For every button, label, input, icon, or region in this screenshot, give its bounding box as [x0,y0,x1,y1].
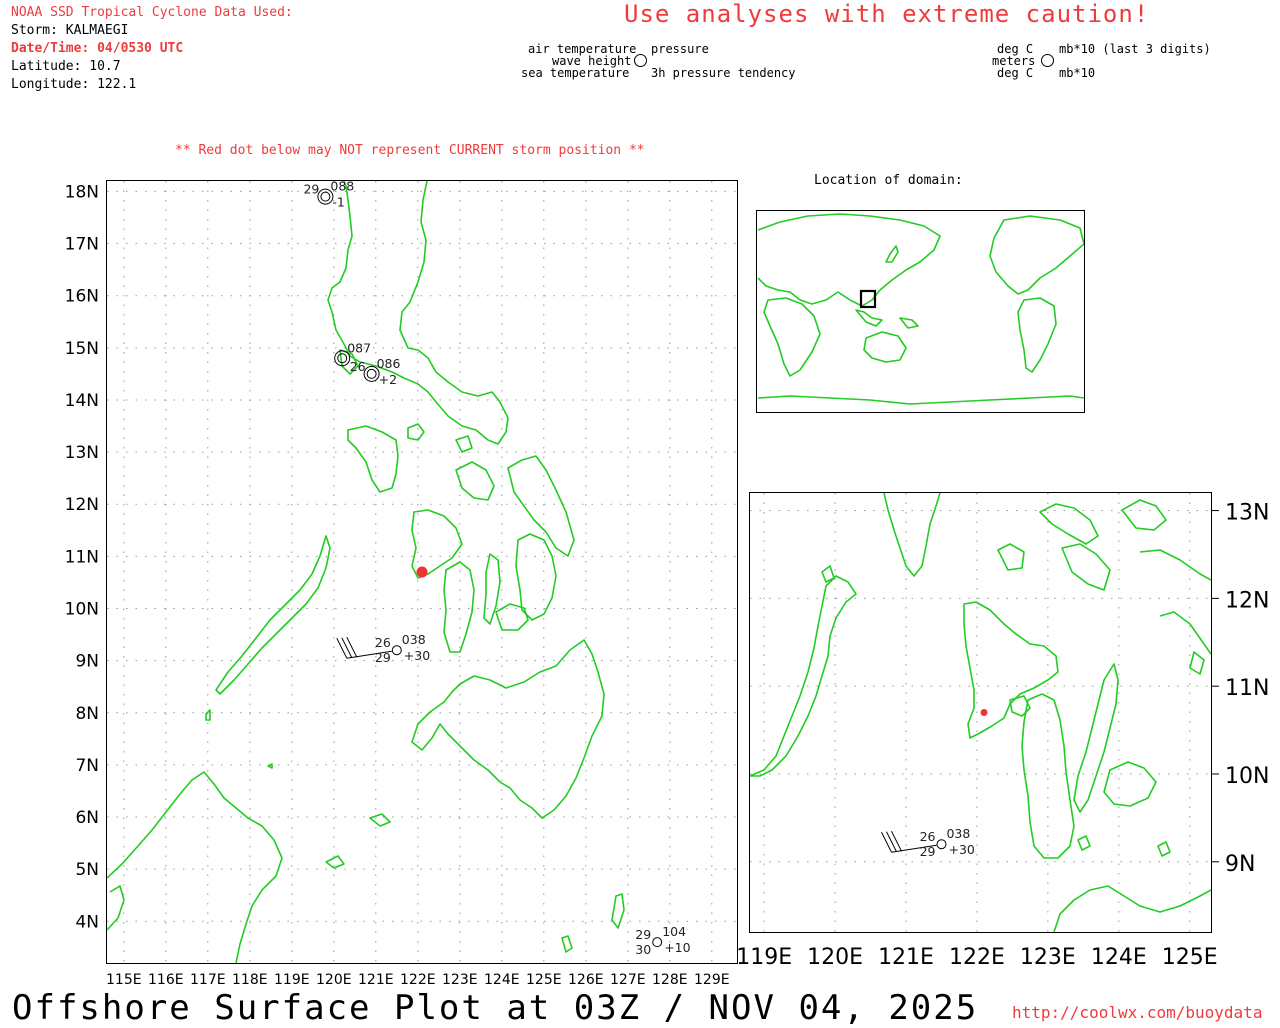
lon-tick-label: 124E [1091,945,1147,970]
lon-tick-label: 117E [190,972,226,988]
lon-tick-label: 118E [232,972,268,988]
station-model[interactable]: 26 038 29 +30 [336,632,430,665]
station-circle-icon [366,368,377,379]
lat-tick-label: 18N [65,182,99,202]
lat-tick-label: 4N [75,912,99,932]
lat-tick-label: 9N [1225,852,1255,877]
station-air-temperature: 26 [350,359,366,374]
lat-tick-label: 5N [75,860,99,880]
lat-tick-label: 15N [65,339,99,359]
lon-tick-label: 129E [694,972,730,988]
lon-tick-label: 119E [274,972,310,988]
station-air-temperature: 29 [635,927,651,942]
lon-tick-label: 115E [106,972,142,988]
wind-barb-feather [341,637,353,658]
lon-tick-label: 125E [526,972,562,988]
station-pressure-tendency: -1 [332,195,344,210]
station-pressure: 087 [347,340,371,355]
storm-position-dot [416,566,428,578]
lat-tick-label: 6N [75,808,99,828]
wind-barb-feather [881,831,892,853]
wind-barb-feather [886,831,897,852]
wind-barb-feather [891,830,902,852]
station-plots-zoom: 26 038 29 +30 [881,826,975,859]
station-circle-icon [936,839,947,850]
plot-title: Offshore Surface Plot at 03Z / NOV 04, 2… [12,988,979,1028]
station-sea-temperature: 29 [920,844,936,859]
station-air-temperature: 26 [375,635,391,650]
lon-tick-label: 128E [652,972,688,988]
wind-barb-feather [336,637,348,659]
lon-tick-label: 116E [148,972,184,988]
station-sea-temperature: 29 [375,650,391,665]
lon-tick-label: 122E [400,972,436,988]
storm-position-dot-zoom [980,709,988,716]
lat-tick-label: 12N [1225,588,1269,613]
lat-tick-label: 13N [1225,501,1269,526]
zoom-map-grid [750,493,1211,932]
station-pressure-tendency: +10 [664,940,690,955]
lat-tick-label: 14N [65,391,99,411]
lat-tick-label: 13N [65,443,99,463]
station-pressure: 038 [402,632,426,647]
lon-tick-label: 127E [610,972,646,988]
station-pressure-tendency: +2 [379,372,397,387]
lat-tick-label: 9N [75,652,99,672]
main-map-labels: 18N 17N 16N 15N 14N 13N 12N 11N 10N 9N 8N 7N 6N 5N 4N 1… [65,182,730,988]
zoom-map-coastlines [750,493,1211,932]
station-air-temperature: 29 [303,182,319,197]
lon-tick-label: 123E [1020,945,1076,970]
station-pressure-tendency: +30 [404,648,430,663]
station-pressure-tendency: +30 [948,842,974,857]
lat-tick-label: 10N [1225,764,1269,789]
lon-tick-label: 123E [442,972,478,988]
station-model[interactable]: 29 104 30 +10 [635,924,690,957]
lon-tick-label: 121E [358,972,394,988]
zoom-map-labels: 13N 12N 11N 10N 9N 119E 120E 121E 122E 123E 124E 12… [736,501,1269,970]
map-canvas: 18N 17N 16N 15N 14N 13N 12N 11N 10N 9N 8N 7N 6N 5N 4N 1… [65,179,1270,988]
lat-tick-label: 8N [75,704,99,724]
lat-tick-label: 12N [65,495,99,515]
source-url-link[interactable]: http://coolwx.com/buoydata [1012,1003,1262,1022]
lon-tick-label: 124E [484,972,520,988]
station-circle-icon [652,937,663,948]
lat-tick-label: 11N [65,547,99,567]
station-pressure: 104 [662,924,686,939]
lon-tick-label: 121E [878,945,934,970]
station-sea-temperature: 30 [635,942,651,957]
world-map-coastlines [757,213,1084,405]
lon-tick-label: 120E [316,972,352,988]
lat-tick-label: 7N [75,756,99,776]
station-circle-icon [391,645,402,656]
lon-tick-label: 119E [736,945,792,970]
lon-tick-label: 125E [1162,945,1218,970]
lon-tick-label: 126E [568,972,604,988]
station-air-temperature: 26 [920,829,936,844]
station-circle-icon [320,191,331,202]
lon-tick-label: 122E [949,945,1005,970]
station-pressure: 088 [330,179,354,194]
station-model[interactable]: 26 086+2 [350,356,401,387]
station-pressure: 086 [377,356,401,371]
lat-tick-label: 11N [1225,676,1269,701]
lat-tick-label: 16N [65,287,99,307]
station-model[interactable]: 26 038 29 +30 [881,826,975,859]
lat-tick-label: 10N [65,599,99,619]
lat-tick-label: 17N [65,235,99,255]
station-pressure: 038 [946,826,970,841]
wind-barb-feather [346,636,358,658]
main-map-coastlines [107,181,625,963]
lon-tick-label: 120E [807,945,863,970]
